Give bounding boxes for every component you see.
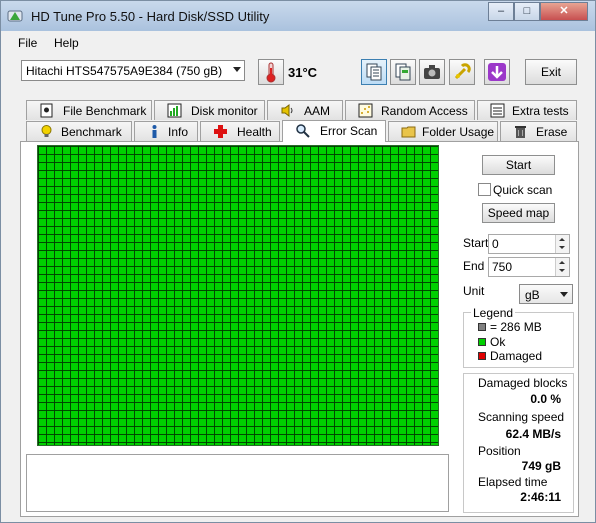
unit-select-value: gB — [525, 288, 540, 302]
health-cross-icon — [214, 125, 227, 138]
position-label: Position — [478, 444, 521, 458]
info-icon — [152, 125, 157, 138]
tab-folder-usage[interactable]: Folder Usage — [388, 121, 498, 141]
start-label: Start — [463, 236, 489, 250]
temperature-value: 31°C — [288, 65, 318, 80]
spin-up-icon[interactable] — [555, 258, 569, 267]
ok-swatch — [478, 338, 486, 346]
unit-select[interactable]: gB — [519, 284, 573, 304]
file-benchmark-icon — [40, 103, 53, 118]
menu-help[interactable]: Help — [54, 36, 79, 50]
chart-icon — [167, 103, 182, 118]
scan-log-box[interactable] — [26, 454, 449, 512]
damaged-swatch — [478, 352, 486, 360]
tab-erase[interactable]: Erase — [500, 121, 577, 141]
end-label: End — [463, 259, 485, 273]
tab-label: Info — [168, 125, 189, 139]
scanning-speed-value: 62.4 MB/s — [505, 427, 561, 441]
tab-aam[interactable]: AAM — [267, 100, 343, 120]
copy-info-button[interactable] — [390, 59, 416, 85]
exit-button[interactable]: Exit — [525, 59, 577, 85]
spin-up-icon[interactable] — [555, 235, 569, 244]
save-button[interactable] — [484, 59, 510, 85]
spin-down-icon[interactable] — [555, 244, 569, 253]
speaker-icon — [281, 104, 293, 117]
magnifier-icon — [296, 124, 310, 138]
block-size-swatch — [478, 323, 486, 331]
hdtune-app-icon — [7, 10, 23, 22]
list-icon — [490, 103, 505, 118]
position-value: 749 gB — [521, 459, 561, 473]
minimize-button[interactable]: – — [488, 2, 514, 21]
elapsed-time-value: 2:46:11 — [520, 490, 561, 504]
temperature-button[interactable] — [258, 59, 284, 85]
tab-random-access[interactable]: Random Access — [345, 100, 475, 120]
tab-label: Health — [237, 125, 272, 139]
wrench-icon — [454, 63, 471, 80]
drive-select-value: Hitachi HTS547575A9E384 (750 gB) — [26, 64, 223, 78]
folder-icon — [401, 126, 416, 138]
tab-label: Benchmark — [61, 125, 122, 139]
tab-file-benchmark[interactable]: File Benchmark — [26, 100, 152, 120]
tab-info[interactable]: Info — [134, 121, 198, 141]
tab-benchmark[interactable]: Benchmark — [26, 121, 132, 141]
legend-title: Legend — [471, 306, 516, 320]
copy-text-icon — [366, 63, 382, 81]
copy-info-icon — [395, 63, 411, 81]
thermometer-icon — [266, 62, 276, 83]
elapsed-time-label: Elapsed time — [478, 475, 548, 489]
camera-icon — [424, 65, 440, 79]
tab-extra-tests[interactable]: Extra tests — [477, 100, 577, 120]
quick-scan-label: Quick scan — [493, 183, 553, 197]
app-window: HD Tune Pro 5.50 - Hard Disk/SSD Utility… — [0, 0, 596, 523]
copy-text-button[interactable] — [361, 59, 387, 85]
damaged-blocks-value: 0.0 % — [530, 392, 561, 406]
window-title: HD Tune Pro 5.50 - Hard Disk/SSD Utility — [31, 9, 270, 24]
chevron-down-icon — [560, 292, 568, 297]
start-scan-button[interactable]: Start — [482, 155, 555, 175]
screenshot-button[interactable] — [419, 59, 445, 85]
tab-label: Error Scan — [320, 124, 378, 138]
trash-icon — [515, 126, 526, 138]
unit-label: Unit — [463, 284, 485, 298]
ok-text: Ok — [490, 335, 506, 349]
tab-label: Random Access — [381, 104, 468, 118]
tab-label: Extra tests — [512, 104, 569, 118]
start-position-value: 0 — [492, 237, 499, 251]
tab-label: Erase — [536, 125, 568, 139]
end-position-input[interactable]: 750 — [488, 257, 570, 277]
tab-label: Disk monitor — [191, 104, 258, 118]
end-position-value: 750 — [492, 260, 513, 274]
chevron-down-icon — [233, 67, 241, 72]
scan-block-grid — [37, 145, 439, 446]
start-position-input[interactable]: 0 — [488, 234, 570, 254]
spin-down-icon[interactable] — [555, 267, 569, 276]
tab-label: AAM — [304, 104, 331, 118]
maximize-button[interactable]: □ — [514, 2, 540, 21]
menu-bar: File Help — [1, 32, 595, 52]
download-arrow-icon — [488, 63, 506, 81]
block-size-text: = 286 MB — [490, 320, 542, 334]
toolbar: Hitachi HTS547575A9E384 (750 gB) 31°C Ex… — [1, 53, 595, 91]
bulb-icon — [41, 125, 52, 137]
tab-error-scan[interactable]: Error Scan — [282, 120, 386, 142]
tab-label: File Benchmark — [63, 104, 147, 118]
close-button[interactable]: ✕ — [540, 2, 588, 21]
menu-file[interactable]: File — [18, 36, 37, 50]
quick-scan-checkbox[interactable] — [478, 183, 491, 196]
speed-map-button[interactable]: Speed map — [482, 203, 555, 223]
damaged-text: Damaged — [490, 349, 543, 363]
damaged-blocks-label: Damaged blocks — [478, 376, 568, 390]
tab-label: Folder Usage — [422, 125, 495, 139]
scanning-speed-label: Scanning speed — [478, 410, 565, 424]
options-button[interactable] — [449, 59, 475, 85]
drive-select[interactable]: Hitachi HTS547575A9E384 (750 gB) — [21, 60, 245, 81]
tab-disk-monitor[interactable]: Disk monitor — [154, 100, 265, 120]
title-bar[interactable]: HD Tune Pro 5.50 - Hard Disk/SSD Utility… — [1, 1, 595, 31]
tab-health[interactable]: Health — [200, 121, 280, 141]
scatter-icon — [358, 103, 373, 118]
